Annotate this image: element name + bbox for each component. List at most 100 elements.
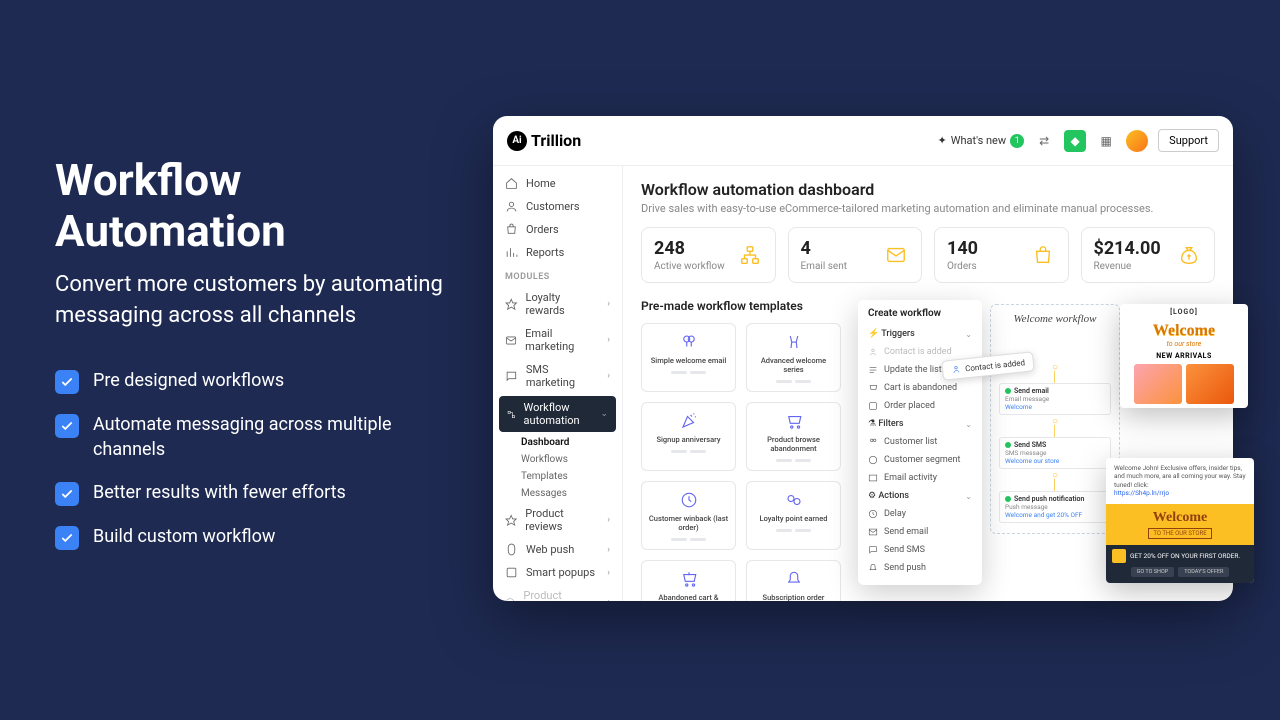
nav-reports[interactable]: Reports xyxy=(493,241,622,264)
nav-reviews[interactable]: Product reviews› xyxy=(493,502,622,538)
bell-icon xyxy=(784,569,804,589)
nav-workflow[interactable]: Workflow automation⌄ xyxy=(499,396,616,432)
nav-email[interactable]: Email marketing› xyxy=(493,322,622,358)
chevron-right-icon: › xyxy=(607,568,610,578)
topbar: Ai Trillion ✦ What's new 1 ⇄ ◆ ▦ Support xyxy=(493,116,1233,166)
actions-section[interactable]: ⚙ Actions⌄ xyxy=(858,487,982,505)
cheers-icon xyxy=(784,332,804,352)
logo-badge: Ai xyxy=(507,131,527,151)
preview-text: Welcome John! Exclusive offers, insider … xyxy=(1106,458,1254,504)
sparkle-icon: ✦ xyxy=(937,134,946,147)
chevron-right-icon: › xyxy=(607,335,610,345)
points-icon xyxy=(784,490,804,510)
template-card[interactable]: Abandoned cart & checkout xyxy=(641,560,736,601)
feature-item: Build custom workflow xyxy=(55,524,455,550)
chevron-down-icon: ⌄ xyxy=(965,330,972,339)
promo-title: Workflow Automation xyxy=(55,155,455,256)
nav-customers[interactable]: Customers xyxy=(493,195,622,218)
check-icon xyxy=(55,370,79,394)
preview-welcome: Welcome to our store xyxy=(1120,320,1248,350)
workflow-node[interactable]: Send emailEmail messageWelcome xyxy=(999,383,1111,415)
whats-new-button[interactable]: ✦ What's new 1 xyxy=(937,134,1024,148)
product-image xyxy=(1186,364,1234,404)
filter-item[interactable]: Customer list xyxy=(858,433,982,451)
nav-orders[interactable]: Orders xyxy=(493,218,622,241)
nav-popups[interactable]: Smart popups› xyxy=(493,561,622,584)
chevron-down-icon: ⌄ xyxy=(600,409,608,419)
filter-item[interactable]: Email activity xyxy=(858,469,982,487)
template-card[interactable]: Subscription order reminder xyxy=(746,560,841,601)
nav-recommendations[interactable]: Product recomme…› xyxy=(493,584,622,601)
template-card[interactable]: Advanced welcome series xyxy=(746,323,841,392)
feature-item: Pre designed workflows xyxy=(55,368,455,394)
chevron-right-icon: › xyxy=(607,515,610,525)
workflow-node[interactable]: Send SMSSMS messageWelcome our store xyxy=(999,437,1111,469)
tag-icon xyxy=(1112,549,1126,563)
support-button[interactable]: Support xyxy=(1158,129,1219,152)
nav-home[interactable]: Home xyxy=(493,172,622,195)
action-item[interactable]: Delay xyxy=(858,505,982,523)
whats-new-count: 1 xyxy=(1010,134,1024,148)
trigger-item[interactable]: Order placed xyxy=(858,397,982,415)
email-preview-1: [LOGO] Welcome to our store NEW ARRIVALS xyxy=(1120,304,1248,408)
action-item[interactable]: Send email xyxy=(858,523,982,541)
sidebar: Home Customers Orders Reports MODULES Lo… xyxy=(493,166,623,601)
bag-icon xyxy=(1030,242,1056,268)
balloon-icon xyxy=(679,332,699,352)
template-card[interactable]: Loyalty point earned xyxy=(746,481,841,550)
chevron-down-icon: ⌄ xyxy=(965,492,972,501)
stat-card-active-workflow[interactable]: 248Active workflow xyxy=(641,227,776,283)
nav-sub-workflows[interactable]: Workflows xyxy=(493,451,622,468)
trigger-item[interactable]: Cart is abandoned xyxy=(858,379,982,397)
triggers-section[interactable]: ⚡ Triggers⌄ xyxy=(858,325,982,343)
chevron-right-icon: › xyxy=(607,545,610,555)
grid-icon[interactable]: ▦ xyxy=(1096,131,1116,151)
workflow-canvas: Welcome workflow ○│ Send emailEmail mess… xyxy=(990,304,1120,534)
feature-item: Better results with fewer efforts xyxy=(55,480,455,506)
nav-webpush[interactable]: Web push› xyxy=(493,538,622,561)
winback-icon xyxy=(679,490,699,510)
preview-shop-button[interactable]: GO TO SHOP xyxy=(1131,567,1175,577)
create-title: Create workflow xyxy=(858,308,982,325)
create-workflow-panel: Create workflow ⚡ Triggers⌄ Contact is a… xyxy=(858,300,982,585)
stat-card-revenue[interactable]: $214.00Revenue xyxy=(1081,227,1216,283)
translate-icon[interactable]: ⇄ xyxy=(1034,131,1054,151)
action-item[interactable]: Send push xyxy=(858,559,982,577)
feature-item: Automate messaging across multiple chann… xyxy=(55,412,455,462)
page-title: Workflow automation dashboard xyxy=(641,180,1215,199)
preview-logo: [LOGO] xyxy=(1120,304,1248,320)
nav-sub-messages[interactable]: Messages xyxy=(493,485,622,502)
email-preview-2: Welcome John! Exclusive offers, insider … xyxy=(1106,458,1254,583)
abandoned-cart-icon xyxy=(679,569,699,589)
envelope-icon xyxy=(883,242,909,268)
template-card[interactable]: Customer winback (last order) xyxy=(641,481,736,550)
nav-modules-label: MODULES xyxy=(493,264,622,286)
stat-card-email-sent[interactable]: 4Email sent xyxy=(788,227,923,283)
preview-banner: Welcome TO THE OUR STORE xyxy=(1106,504,1254,545)
nav-loyalty[interactable]: Loyalty rewards› xyxy=(493,286,622,322)
action-item[interactable]: Send SMS xyxy=(858,541,982,559)
template-card[interactable]: Simple welcome email xyxy=(641,323,736,392)
template-card[interactable]: Product browse abandonment xyxy=(746,402,841,471)
template-card[interactable]: Signup anniversary xyxy=(641,402,736,471)
check-icon xyxy=(55,526,79,550)
cart-icon xyxy=(784,411,804,431)
preview-offer-bar: GET 20% OFF ON YOUR FIRST ORDER. xyxy=(1106,545,1254,567)
workflow-node[interactable]: Send push notificationPush messageWelcom… xyxy=(999,491,1111,523)
nav-sub-dashboard[interactable]: Dashboard xyxy=(493,434,622,451)
chevron-right-icon: › xyxy=(607,299,610,309)
chevron-right-icon: › xyxy=(607,597,610,601)
nav-sms[interactable]: SMS marketing› xyxy=(493,358,622,394)
nav-sub-templates[interactable]: Templates xyxy=(493,468,622,485)
filters-section[interactable]: ⚗ Filters⌄ xyxy=(858,415,982,433)
preview-offer-button[interactable]: TODAY'S OFFER xyxy=(1178,567,1229,577)
workflow-title: Welcome workflow xyxy=(999,313,1111,325)
filter-item[interactable]: Customer segment xyxy=(858,451,982,469)
brand-logo[interactable]: Ai Trillion xyxy=(507,131,581,151)
connector-icon: ○│ xyxy=(999,471,1111,491)
app-icon[interactable]: ◆ xyxy=(1064,130,1086,152)
stat-card-orders[interactable]: 140Orders xyxy=(934,227,1069,283)
avatar[interactable] xyxy=(1126,130,1148,152)
chevron-down-icon: ⌄ xyxy=(965,420,972,429)
chevron-right-icon: › xyxy=(607,371,610,381)
